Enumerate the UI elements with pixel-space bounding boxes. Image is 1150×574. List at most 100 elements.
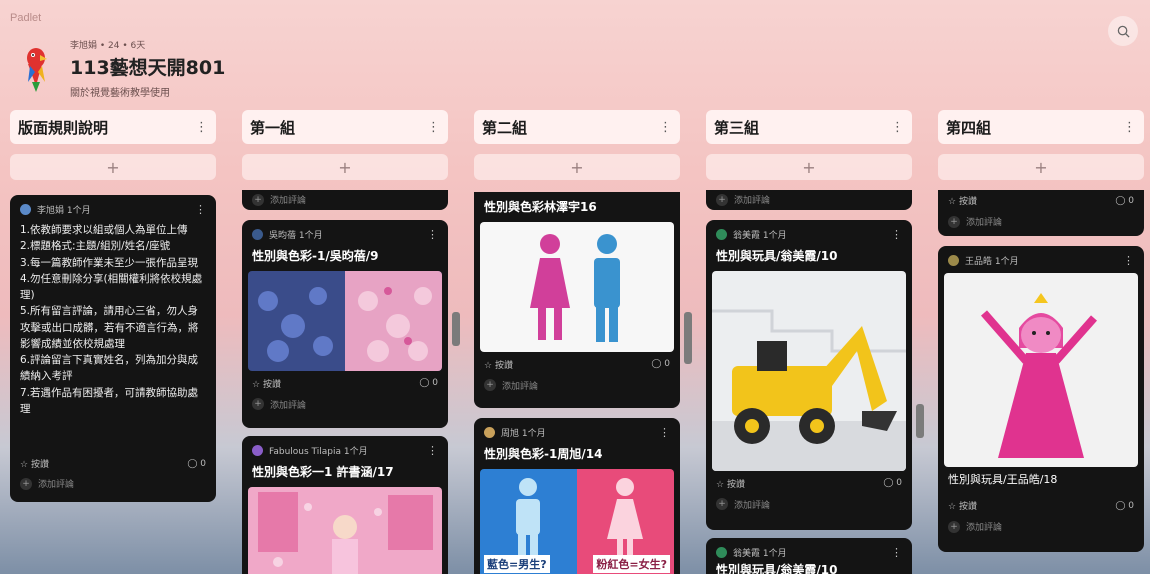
card-author: 翁美霞 1个月 ⋮ bbox=[706, 538, 912, 559]
kebab-menu-icon[interactable]: ⋮ bbox=[1123, 120, 1136, 135]
plus-icon: + bbox=[716, 498, 728, 511]
add-comment-button[interactable]: + 添加評論 bbox=[10, 475, 84, 498]
like-button[interactable]: ☆ 按讚 bbox=[252, 377, 281, 390]
add-post-button[interactable]: + bbox=[242, 154, 448, 180]
add-post-button[interactable]: + bbox=[938, 154, 1144, 180]
comment-count-value: 0 bbox=[200, 458, 206, 469]
add-comment-button[interactable]: + 添加評論 bbox=[938, 518, 1144, 541]
add-comment-button[interactable]: + 添加評論 bbox=[706, 496, 912, 519]
post-card-partial[interactable]: ☆ 按讚 ◯ 0 + 添加評論 bbox=[938, 190, 1144, 236]
add-comment-label: 添加評論 bbox=[270, 196, 307, 206]
post-card[interactable]: 性別與色彩林澤宇16 ☆ 按讚 ◯ 0 + 添加評論 bbox=[474, 192, 680, 408]
comment-count-value: 0 bbox=[432, 378, 438, 389]
caption-right: 粉紅色=女生? bbox=[593, 554, 670, 573]
caption-left: 藍色=男生? bbox=[484, 554, 550, 573]
post-image[interactable] bbox=[712, 270, 906, 471]
add-comment-button[interactable]: + 添加評論 bbox=[938, 213, 1144, 232]
like-button[interactable]: ☆ 按讚 bbox=[948, 194, 977, 207]
search-icon bbox=[1117, 25, 1130, 38]
add-post-button[interactable]: + bbox=[10, 154, 216, 180]
rule-line: 3.每一篇教師作業未至少一張作品呈現 bbox=[20, 256, 199, 269]
card-actions: ☆ 按讚 ◯ 0 bbox=[242, 371, 448, 396]
post-card-rules[interactable]: 李旭娟 1个月 ⋮ 1.依教師要求以組或個人為單位上傳 2.標題格式:主題/組別… bbox=[10, 195, 216, 502]
add-comment-button[interactable]: + 添加評論 bbox=[242, 396, 448, 419]
plus-icon: + bbox=[20, 477, 32, 490]
add-comment-button[interactable]: + 添加評論 bbox=[706, 190, 912, 210]
post-card[interactable]: Fabulous Tilapia 1个月 ⋮ 性別與色彩一1 許書涵/17 bbox=[242, 436, 448, 574]
add-comment-label: 添加評論 bbox=[502, 381, 539, 392]
comment-count[interactable]: ◯ 0 bbox=[1115, 196, 1134, 206]
card-author: 周旭 1个月 ⋮ bbox=[474, 418, 680, 439]
rule-line: 4.勿任意刪除分享(相關權利將依校規處理) bbox=[20, 272, 203, 302]
column-header[interactable]: 第四組 ⋮ bbox=[938, 110, 1144, 144]
post-card[interactable]: 吳昀蓓 1个月 ⋮ 性別與色彩-1/吳昀蓓/9 ☆ 按讚 ◯ 0 + 添加評論 bbox=[242, 220, 448, 428]
kebab-menu-icon[interactable]: ⋮ bbox=[427, 444, 438, 457]
column-header[interactable]: 第二組 ⋮ bbox=[474, 110, 680, 144]
column-scrollbar[interactable] bbox=[452, 312, 460, 346]
kebab-menu-icon[interactable]: ⋮ bbox=[891, 546, 902, 559]
post-card[interactable]: 王品皓 1个月 ⋮ 性別與玩具/王品皓/18 ☆ 按讚 ◯ 0 + 添加評論 bbox=[938, 246, 1144, 552]
like-button[interactable]: ☆ 按讚 bbox=[484, 358, 513, 371]
column-scrollbar[interactable] bbox=[684, 312, 692, 364]
post-title: 性別與色彩林澤宇16 bbox=[484, 200, 597, 214]
kebab-menu-icon[interactable]: ⋮ bbox=[891, 228, 902, 241]
post-image[interactable] bbox=[248, 486, 442, 574]
author-name: 李旭娟 1个月 bbox=[37, 206, 91, 216]
comment-count[interactable]: ◯ 0 bbox=[187, 459, 206, 469]
post-title: 性別與玩具/翁美霞/10 bbox=[716, 563, 838, 574]
post-card[interactable]: 翁美霞 1个月 ⋮ 性別與玩具/翁美霞/10 ☆ 按讚 ◯ 0 + 添加評論 bbox=[706, 220, 912, 530]
like-button[interactable]: ☆ 按讚 bbox=[948, 499, 977, 512]
kebab-menu-icon[interactable]: ⋮ bbox=[195, 120, 208, 135]
like-button[interactable]: ☆ 按讚 bbox=[716, 477, 745, 490]
board-title: 113藝想天開801 bbox=[70, 57, 226, 79]
plus-icon: + bbox=[716, 193, 728, 206]
post-title: 性別與色彩一1 許書涵/17 bbox=[252, 465, 394, 479]
add-comment-button[interactable]: + 添加評論 bbox=[474, 377, 680, 400]
padlet-logo[interactable]: Padlet bbox=[10, 12, 41, 24]
rule-line: 6.評論留言下真實姓名，列為加分與成績納入考評 bbox=[20, 354, 199, 383]
post-image[interactable] bbox=[944, 273, 1138, 467]
post-image[interactable] bbox=[480, 221, 674, 352]
rule-line: 7.若遇作品有困擾者，可請教師協助處理 bbox=[20, 386, 199, 415]
search-button[interactable] bbox=[1108, 16, 1138, 46]
like-button[interactable]: ☆ 按讚 bbox=[20, 457, 49, 470]
kebab-menu-icon[interactable]: ⋮ bbox=[659, 426, 670, 439]
column-header[interactable]: 版面規則說明 ⋮ bbox=[10, 110, 216, 144]
comment-count[interactable]: ◯ 0 bbox=[419, 378, 438, 388]
plus-icon: + bbox=[802, 157, 816, 177]
kebab-menu-icon[interactable]: ⋮ bbox=[891, 120, 904, 135]
card-actions: ☆ 按讚 ◯ 0 bbox=[474, 352, 680, 377]
column-scrollbar[interactable] bbox=[916, 404, 924, 438]
post-card-partial[interactable]: + 添加評論 bbox=[706, 190, 912, 210]
post-card-partial[interactable]: + 添加評論 bbox=[242, 190, 448, 210]
restroom-sign-image bbox=[480, 221, 674, 352]
comment-count[interactable]: ◯ 0 bbox=[883, 478, 902, 488]
add-comment-button[interactable]: + 添加評論 bbox=[242, 190, 448, 210]
pink-panel: 粉紅色=女生? bbox=[577, 468, 674, 574]
add-post-button[interactable]: + bbox=[474, 154, 680, 180]
column-header[interactable]: 第三組 ⋮ bbox=[706, 110, 912, 144]
comment-count[interactable]: ◯ 0 bbox=[1115, 501, 1134, 511]
card-actions: ☆ 按讚 ◯ 0 bbox=[938, 190, 1144, 213]
post-card[interactable]: 周旭 1个月 ⋮ 性別與色彩-1周旭/14 藍色=男生? 粉紅色=女生? bbox=[474, 418, 680, 574]
column-header[interactable]: 第一組 ⋮ bbox=[242, 110, 448, 144]
kebab-menu-icon[interactable]: ⋮ bbox=[427, 120, 440, 135]
post-image[interactable] bbox=[248, 270, 442, 371]
board-meta: 李旭娟 • 24 • 6天 bbox=[70, 41, 146, 51]
kebab-menu-icon[interactable]: ⋮ bbox=[427, 228, 438, 241]
rule-line: 1.依教師要求以組或個人為單位上傳 bbox=[20, 224, 188, 236]
add-comment-label: 添加評論 bbox=[734, 500, 771, 511]
post-card[interactable]: 翁美霞 1个月 ⋮ 性別與玩具/翁美霞/10 bbox=[706, 538, 912, 574]
add-post-button[interactable]: + bbox=[706, 154, 912, 180]
kebab-menu-icon[interactable]: ⋮ bbox=[195, 203, 206, 216]
avatar bbox=[716, 547, 727, 558]
kebab-menu-icon[interactable]: ⋮ bbox=[659, 120, 672, 135]
column-title: 第一組 bbox=[250, 118, 296, 137]
comment-count[interactable]: ◯ 0 bbox=[651, 359, 670, 369]
kebab-menu-icon[interactable]: ⋮ bbox=[1123, 254, 1134, 267]
author-name: 王品皓 1个月 bbox=[965, 257, 1019, 267]
pink-room-image bbox=[248, 486, 442, 574]
card-author: 李旭娟 1个月 ⋮ bbox=[10, 195, 216, 216]
add-comment-label: 添加評論 bbox=[38, 480, 75, 490]
post-image[interactable]: 藍色=男生? 粉紅色=女生? bbox=[480, 468, 674, 574]
